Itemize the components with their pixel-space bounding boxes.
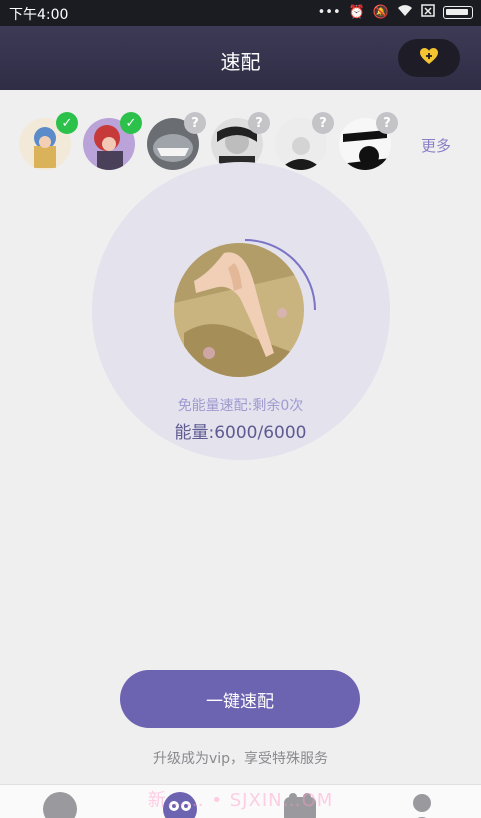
matched-check-icon: ✓ [56,112,78,134]
heart-plus-button[interactable] [398,39,460,77]
tab-profile[interactable] [404,791,440,818]
circle-icon [42,792,78,818]
unknown-question-icon: ? [184,112,206,134]
battery-icon [443,6,473,19]
avatar-6[interactable]: ? [339,112,398,170]
status-bar: 下午4:00 ••• ⏰ 🔕 [0,0,481,26]
one-click-match-button[interactable]: 一键速配 [120,670,360,728]
status-icons: ••• ⏰ 🔕 [318,4,473,21]
tab-messages[interactable] [282,791,318,818]
alarm-icon: ⏰ [348,5,365,20]
free-match-remaining: 免能量速配:剩余0次 [177,398,304,414]
header: 速配 [0,26,481,90]
avatar-2[interactable]: ✓ [83,112,142,170]
vip-upgrade-link[interactable]: 升级成为vip，享受特殊服务 [0,748,481,768]
match-photo[interactable] [174,243,304,377]
heart-plus-icon [419,47,439,69]
dots-icon: ••• [317,5,341,20]
chat-icon [282,793,318,818]
unknown-question-icon: ? [248,112,270,134]
wifi-icon [397,4,413,21]
unknown-question-icon: ? [376,112,398,134]
avatar-1[interactable]: ✓ [19,112,78,170]
avatar-5[interactable]: ? [275,112,334,170]
mute-icon: 🔕 [372,5,389,20]
tab-match[interactable] [162,791,198,818]
status-time: 下午4:00 [9,7,69,23]
energy-value: 能量:6000/6000 [174,423,307,443]
sim-icon [421,4,435,21]
owl-icon [162,792,198,818]
person-icon [404,794,440,818]
more-link[interactable]: 更多 [421,135,451,156]
tab-bar [0,784,481,818]
tab-home[interactable] [42,791,78,818]
avatar-3[interactable]: ? [147,112,206,170]
unknown-question-icon: ? [312,112,334,134]
matched-check-icon: ✓ [120,112,142,134]
